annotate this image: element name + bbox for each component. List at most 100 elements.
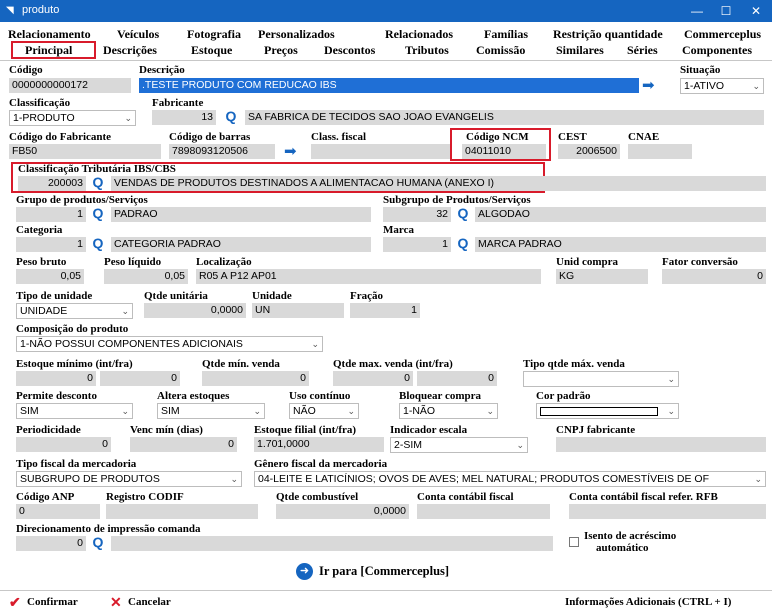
periodicidade-field[interactable]: 0 xyxy=(16,437,111,452)
class-trib-code-field[interactable]: 200003 xyxy=(18,176,86,191)
codigo-field[interactable]: 0000000000172 xyxy=(9,78,131,93)
isento-checkbox[interactable] xyxy=(569,537,579,547)
fabricante-name-field[interactable]: SA FABRICA DE TECIDOS SAO JOAO EVANGELIS xyxy=(245,110,764,125)
codigo-barras-field[interactable]: 7898093120506 xyxy=(169,144,275,159)
tab-descontos[interactable]: Descontos xyxy=(324,43,375,58)
subgrupo-code-field[interactable]: 32 xyxy=(383,207,451,222)
conta-contabil-rfb-field[interactable] xyxy=(569,504,766,519)
tab-estoque[interactable]: Estoque xyxy=(191,43,232,58)
fabricante-code-field[interactable]: 13 xyxy=(152,110,216,125)
peso-liquido-field[interactable]: 0,05 xyxy=(104,269,188,284)
tab-componentes[interactable]: Componentes xyxy=(682,43,752,58)
tipo-unidade-select[interactable]: UNIDADE ⌄ xyxy=(16,303,133,319)
composicao-select[interactable]: 1-NÃO POSSUI COMPONENTES ADICIONAIS ⌄ xyxy=(16,336,323,352)
unid-compra-field[interactable]: KG xyxy=(556,269,648,284)
codigo-ncm-field[interactable]: 04011010 xyxy=(462,144,546,159)
qtde-max-venda-int-field[interactable]: 0 xyxy=(333,371,413,386)
search-icon[interactable]: Q xyxy=(91,535,105,550)
tipo-fiscal-select[interactable]: SUBGRUPO DE PRODUTOS ⌄ xyxy=(16,471,242,487)
fracao-field[interactable]: 1 xyxy=(350,303,420,318)
search-icon[interactable]: Q xyxy=(456,206,470,221)
categoria-label: Categoria xyxy=(16,224,63,236)
search-icon[interactable]: Q xyxy=(224,109,238,124)
tab-similares[interactable]: Similares xyxy=(556,43,604,58)
genero-fiscal-select[interactable]: 04-LEITE E LATICÍNIOS; OVOS DE AVES; MEL… xyxy=(254,471,766,487)
venc-min-label: Venc mín (dias) xyxy=(130,424,203,436)
minimize-button[interactable]: — xyxy=(683,2,711,20)
cnae-field[interactable] xyxy=(628,144,692,159)
informacoes-adicionais-link[interactable]: Informações Adicionais (CTRL + I) xyxy=(565,596,731,608)
tab-commerceplus[interactable]: Commerceplus xyxy=(684,27,761,42)
categoria-code-field[interactable]: 1 xyxy=(16,237,86,252)
marca-label: Marca xyxy=(383,224,414,236)
classificacao-select[interactable]: 1-PRODUTO ⌄ xyxy=(9,110,136,126)
subgrupo-name-field[interactable]: ALGODAO xyxy=(475,207,766,222)
direcionamento-desc-field[interactable] xyxy=(111,536,553,551)
tab-principal[interactable]: Principal xyxy=(25,43,72,58)
tab-comissao[interactable]: Comissão xyxy=(476,43,525,58)
tab-series[interactable]: Séries xyxy=(627,43,658,58)
indicador-escala-select[interactable]: 2-SIM ⌄ xyxy=(390,437,528,453)
grupo-code-field[interactable]: 1 xyxy=(16,207,86,222)
close-button[interactable]: ✕ xyxy=(742,2,770,20)
uso-continuo-select[interactable]: NÃO ⌄ xyxy=(289,403,359,419)
categoria-name-field[interactable]: CATEGORIA PADRAO xyxy=(111,237,371,252)
unidade-field[interactable]: UN xyxy=(252,303,344,318)
tipo-qtde-max-select[interactable]: ⌄ xyxy=(523,371,679,387)
tab-separator xyxy=(0,60,772,61)
class-trib-desc-field[interactable]: VENDAS DE PRODUTOS DESTINADOS A ALIMENTA… xyxy=(111,176,766,191)
estoque-minimo-fra-field[interactable]: 0 xyxy=(100,371,180,386)
peso-bruto-field[interactable]: 0,05 xyxy=(16,269,84,284)
fator-conversao-field[interactable]: 0 xyxy=(662,269,766,284)
marca-code-field[interactable]: 1 xyxy=(383,237,451,252)
x-icon: ✕ xyxy=(110,594,122,610)
localizacao-field[interactable]: R05 A P12 AP01 xyxy=(196,269,541,284)
qtde-combustivel-field[interactable]: 0,0000 xyxy=(276,504,409,519)
venc-min-field[interactable]: 0 xyxy=(130,437,237,452)
search-icon[interactable]: Q xyxy=(91,175,105,190)
confirmar-button[interactable]: ✔ Confirmar xyxy=(9,594,109,610)
tab-tributos[interactable]: Tributos xyxy=(405,43,449,58)
tab-familias[interactable]: Famílias xyxy=(484,27,528,42)
tab-relacionados[interactable]: Relacionados xyxy=(385,27,453,42)
descricao-field[interactable]: .TESTE PRODUTO COM REDUCAO IBS xyxy=(139,78,639,93)
codigo-anp-field[interactable]: 0 xyxy=(16,504,100,519)
arrow-right-icon[interactable]: ➡ xyxy=(284,144,297,159)
class-fiscal-field[interactable] xyxy=(311,144,451,159)
cancelar-label: Cancelar xyxy=(128,596,171,608)
qtde-unitaria-field[interactable]: 0,0000 xyxy=(144,303,246,318)
tab-personalizados[interactable]: Personalizados xyxy=(258,27,335,42)
arrow-right-icon[interactable]: ➡ xyxy=(642,78,655,93)
bloquear-compra-select[interactable]: 1-NÃO ⌄ xyxy=(399,403,498,419)
search-icon[interactable]: Q xyxy=(456,236,470,251)
conta-contabil-field[interactable] xyxy=(417,504,550,519)
search-icon[interactable]: Q xyxy=(91,206,105,221)
situacao-select[interactable]: 1-ATIVO ⌄ xyxy=(680,78,764,94)
qtde-max-venda-fra-field[interactable]: 0 xyxy=(417,371,497,386)
registro-codif-field[interactable] xyxy=(106,504,258,519)
grupo-name-field[interactable]: PADRAO xyxy=(111,207,371,222)
cor-padrao-select[interactable]: ⌄ xyxy=(536,403,679,419)
tab-fotografia[interactable]: Fotografia xyxy=(187,27,241,42)
search-icon[interactable]: Q xyxy=(91,236,105,251)
estoque-filial-field[interactable]: 1.701,0000 xyxy=(254,437,384,452)
cest-field[interactable]: 2006500 xyxy=(558,144,620,159)
tab-precos[interactable]: Preços xyxy=(264,43,298,58)
tab-relacionamento[interactable]: Relacionamento xyxy=(8,27,91,42)
permite-desconto-select[interactable]: SIM ⌄ xyxy=(16,403,133,419)
tab-restricao-quantidade[interactable]: Restrição quantidade xyxy=(553,27,663,42)
maximize-button[interactable]: ☐ xyxy=(712,2,740,20)
marca-name-field[interactable]: MARCA PADRAO xyxy=(475,237,766,252)
codigo-fabricante-field[interactable]: FB50 xyxy=(9,144,161,159)
qtde-min-venda-field[interactable]: 0 xyxy=(202,371,309,386)
estoque-minimo-int-field[interactable]: 0 xyxy=(16,371,96,386)
direcionamento-code-field[interactable]: 0 xyxy=(16,536,86,551)
footer-separator xyxy=(0,590,772,591)
cnpj-fabricante-field[interactable] xyxy=(556,437,766,452)
periodicidade-label: Periodicidade xyxy=(16,424,81,436)
qtde-combustivel-label: Qtde combustível xyxy=(276,491,359,503)
tab-descricoes[interactable]: Descrições xyxy=(103,43,157,58)
cancelar-button[interactable]: ✕ Cancelar xyxy=(110,594,200,610)
altera-estoques-select[interactable]: SIM ⌄ xyxy=(157,403,265,419)
tab-veiculos[interactable]: Veículos xyxy=(117,27,159,42)
